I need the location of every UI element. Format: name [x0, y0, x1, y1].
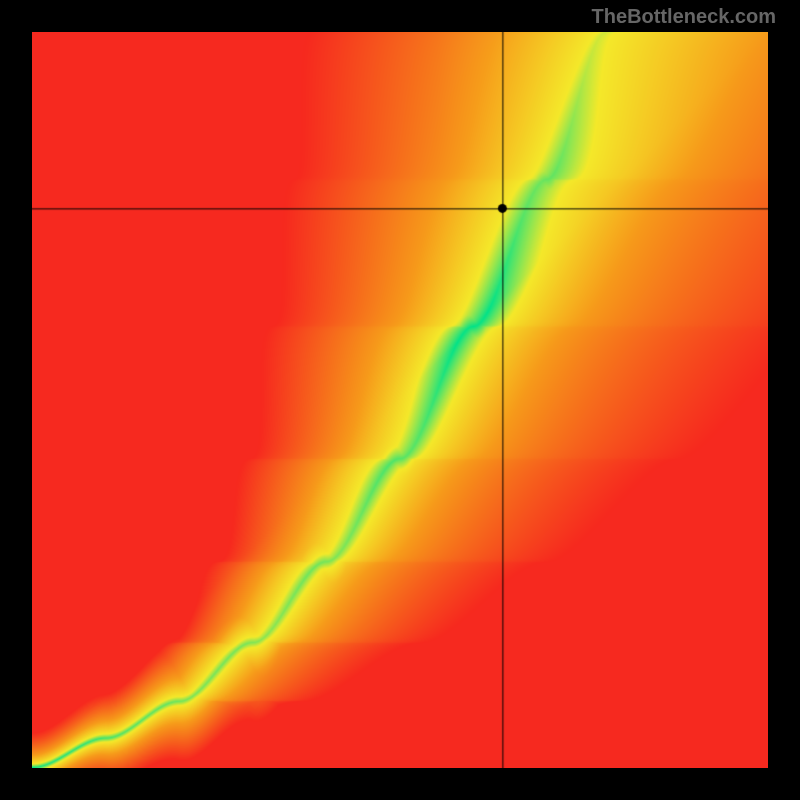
- heatmap-canvas: [32, 32, 768, 768]
- chart-container: TheBottleneck.com: [0, 0, 800, 800]
- watermark-text: TheBottleneck.com: [592, 6, 776, 29]
- heatmap-plot: [32, 32, 768, 768]
